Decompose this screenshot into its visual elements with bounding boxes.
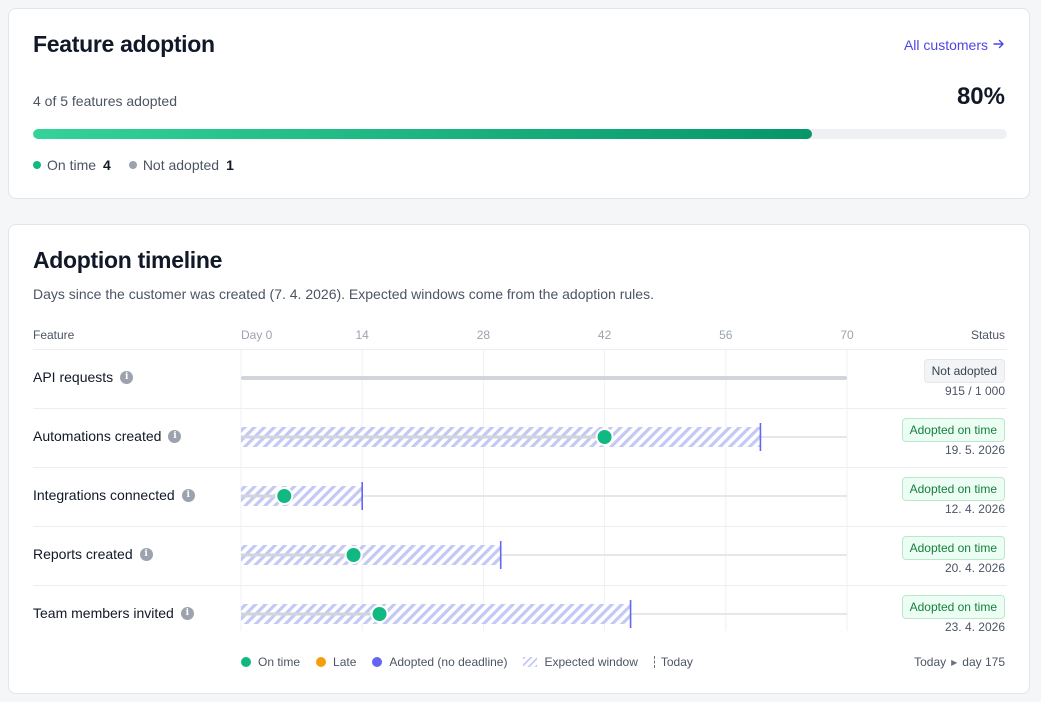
today-note: Today ▶ day 175	[914, 655, 1005, 669]
feature-row-label: Reports created i	[33, 546, 153, 562]
feature-adoption-card: Feature adoption All customers 4 of 5 fe…	[8, 8, 1030, 199]
legend-today: Today	[653, 655, 693, 669]
info-icon[interactable]: i	[181, 488, 195, 502]
timeline-legend: On time Late Adopted (no deadline) Expec…	[241, 655, 709, 669]
status-badge: Adopted on time	[901, 477, 1005, 501]
not-adopted-count: 1	[226, 157, 234, 173]
feature-name: Reports created	[33, 546, 133, 562]
adoption-legend: On time 4 Not adopted 1	[33, 157, 252, 173]
info-icon[interactable]: i	[168, 429, 182, 443]
triangle-right-icon: ▶	[951, 657, 958, 667]
on-time-dot	[241, 657, 251, 667]
row-separator	[33, 585, 1007, 586]
adoption-point	[595, 428, 614, 446]
late-dot	[316, 657, 327, 667]
today-note-prefix: Today	[914, 655, 947, 669]
adoption-point	[275, 487, 294, 505]
info-icon[interactable]: i	[139, 547, 153, 561]
legend-expected-window-label: Expected window	[544, 655, 638, 669]
all-customers-label: All customers	[903, 37, 988, 53]
info-icon[interactable]: i	[180, 606, 194, 620]
status-detail: 19. 5. 2026	[944, 443, 1005, 457]
adoption-timeline-card: Adoption timeline Days since the custome…	[8, 224, 1030, 694]
status-badge: Not adopted	[923, 359, 1005, 383]
legend-adopted-no-deadline: Adopted (no deadline)	[372, 655, 507, 669]
feature-name: API requests	[33, 369, 114, 385]
on-time-label: On time	[47, 157, 97, 173]
on-time-count: 4	[103, 157, 111, 173]
feature-row-label: API requests i	[33, 369, 134, 385]
not-adopted-dot	[128, 161, 137, 169]
legend-late-label: Late	[333, 655, 357, 669]
row-separator	[33, 349, 1007, 350]
adopted-no-deadline-dot	[372, 657, 383, 667]
status-detail: 915 / 1 000	[944, 384, 1005, 398]
row-separator	[33, 526, 1007, 527]
status-badge: Adopted on time	[901, 595, 1005, 619]
legend-on-time-label: On time	[258, 655, 301, 669]
hatch-swatch-icon	[523, 657, 538, 667]
status-badge: Adopted on time	[901, 536, 1005, 560]
info-icon[interactable]: i	[120, 370, 134, 384]
legend-late: Late	[316, 655, 356, 669]
legend-expected-window: Expected window	[523, 655, 638, 669]
all-customers-link[interactable]: All customers	[904, 37, 1005, 53]
legend-adopted-no-deadline-label: Adopted (no deadline)	[389, 655, 508, 669]
feature-name: Automations created	[33, 428, 162, 444]
feature-adoption-title: Feature adoption	[33, 31, 215, 57]
legend-today-label: Today	[660, 655, 693, 669]
progress-track	[241, 376, 847, 380]
feature-name: Integrations connected	[33, 487, 175, 503]
on-time-dot	[33, 161, 41, 169]
adoption-progress-bar	[33, 129, 1007, 139]
feature-row-label: Integrations connected i	[33, 487, 195, 503]
timeline-chart	[240, 349, 848, 631]
status-detail: 23. 4. 2026	[944, 620, 1005, 634]
adoption-progress-fill	[33, 129, 813, 139]
legend-on-time: On time	[241, 655, 300, 669]
row-separator	[33, 467, 1007, 468]
adoption-point	[344, 546, 363, 564]
today-marker-icon	[653, 656, 655, 668]
features-adopted-text: 4 of 5 features adopted	[33, 93, 177, 109]
status-detail: 12. 4. 2026	[944, 502, 1005, 516]
today-note-value: day 175	[962, 655, 1005, 669]
not-adopted-label: Not adopted	[142, 157, 220, 173]
feature-row-label: Automations created i	[33, 428, 182, 444]
adoption-percent: 80%	[956, 83, 1005, 110]
row-separator	[33, 408, 1007, 409]
feature-name: Team members invited	[33, 605, 174, 621]
status-detail: 20. 4. 2026	[944, 561, 1005, 575]
status-badge: Adopted on time	[901, 418, 1005, 442]
feature-row-label: Team members invited i	[33, 605, 194, 621]
arrow-right-icon	[993, 37, 1005, 53]
adoption-point	[370, 605, 389, 623]
